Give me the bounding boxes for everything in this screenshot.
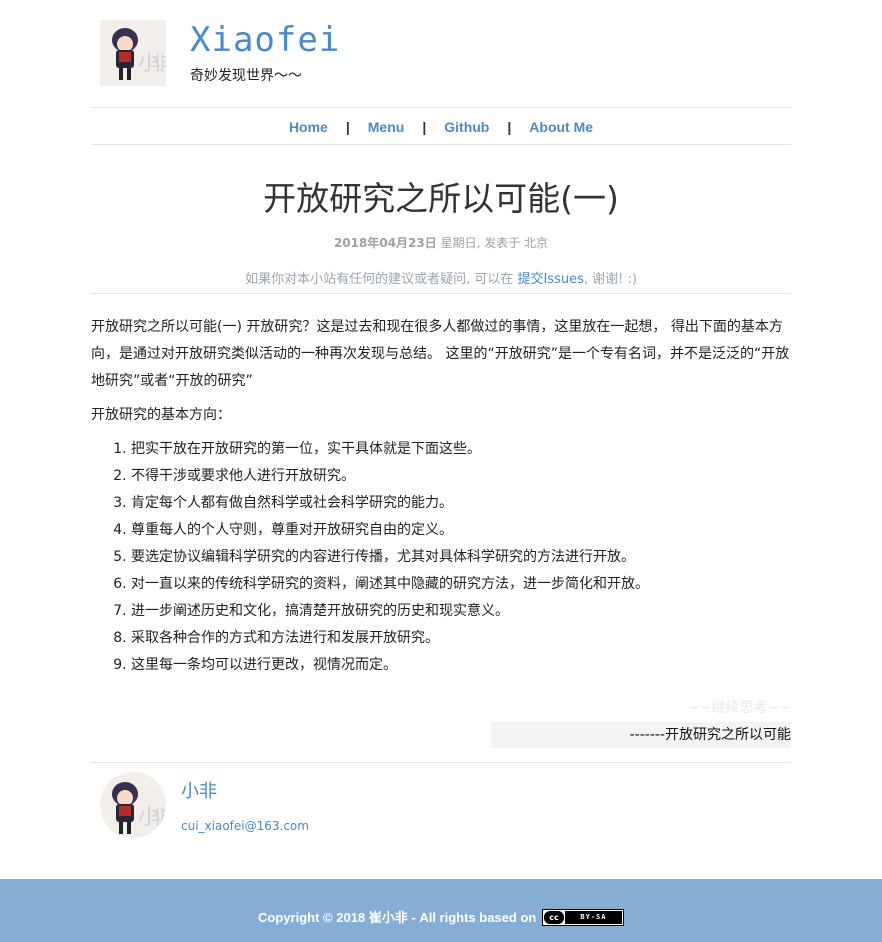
header-divider xyxy=(91,107,791,108)
site-footer: Copyright © 2018 崔小非 - All rights based … xyxy=(0,879,882,942)
list-item: 把实干放在开放研究的第一位，实干具体就是下面这些。 xyxy=(131,436,791,463)
nav-separator: | xyxy=(345,119,350,135)
intro-paragraph: 开放研究之所以可能(一) 开放研究？这是过去和现在很多人都做过的事情，这里放在一… xyxy=(91,319,790,389)
list-item: 这里每一条均可以进行更改，视情况而定。 xyxy=(131,652,791,679)
list-item: 进一步阐述历史和文化，搞清楚开放研究的历史和现实意义。 xyxy=(131,598,791,625)
list-item: 尊重每人的个人守则，尊重对开放研究自由的定义。 xyxy=(131,517,791,544)
site-avatar[interactable]: 小 非 xyxy=(100,20,166,86)
post-header-divider xyxy=(91,293,791,294)
list-item: 采取各种合作的方式和方法进行和发展开放研究。 xyxy=(131,625,791,652)
author-email-link[interactable]: cui_xiaofei@163.com xyxy=(181,816,309,836)
footer-copyright: Copyright © 2018 崔小非 - All rights based … xyxy=(0,907,882,929)
closing-quote: -------开放研究之所以可能 xyxy=(491,722,791,748)
license-label: BY-SA xyxy=(564,911,622,925)
anime-girl-avatar-icon: 小 非 xyxy=(100,20,166,86)
nav-home[interactable]: Home xyxy=(289,119,328,135)
post-meta-location: 星期日, 发表于 北京 xyxy=(436,236,549,250)
nav-about-me[interactable]: About Me xyxy=(529,119,593,135)
notice-suffix: , 谢谢! :) xyxy=(583,272,637,287)
main-nav: Home | Menu | Github | About Me xyxy=(91,114,791,140)
page: 小 非 Xiaofei 奇妙发现世界～～ Home | Menu | Github | Ab… xyxy=(0,0,882,942)
nav-divider xyxy=(91,144,791,145)
list-item: 要选定协议编辑科学研究的内容进行传播，尤其对具体科学研究的方法进行开放。 xyxy=(131,544,791,571)
site-subtitle: 奇妙发现世界～～ xyxy=(190,68,302,84)
cc-license-badge[interactable]: cc BY-SA xyxy=(541,909,624,927)
list-item: 肯定每个人都有做自然科学或社会科学研究的能力。 xyxy=(131,490,791,517)
site-title[interactable]: Xiaofei xyxy=(190,18,340,62)
post-content: 开放研究之所以可能(一) 开放研究？这是过去和现在很多人都做过的事情，这里放在一… xyxy=(91,314,791,679)
nav-separator: | xyxy=(422,119,427,135)
nav-github[interactable]: Github xyxy=(444,119,489,135)
svg-text:非: 非 xyxy=(150,805,166,829)
signoff-text: ~~继续思考~~ xyxy=(688,700,791,716)
list-item: 不得干涉或要求他人进行开放研究。 xyxy=(131,463,791,490)
svg-text:非: 非 xyxy=(150,51,166,75)
post-title: 开放研究之所以可能(一) xyxy=(263,179,619,218)
list-item: 对一直以来的传统科学研究的资料，阐述其中隐藏的研究方法，进一步简化和开放。 xyxy=(131,571,791,598)
author-avatar[interactable]: 小 非 xyxy=(100,772,166,838)
nav-menu[interactable]: Menu xyxy=(368,119,405,135)
post-meta: 2018年04月23日 星期日, 发表于 北京 xyxy=(91,233,791,253)
notice-prefix: 如果你对本小站有任何的建议或者疑问, 可以在 xyxy=(245,272,518,287)
content-divider xyxy=(91,762,791,763)
directions-heading: 开放研究的基本方向： xyxy=(91,407,231,423)
submit-issues-link[interactable]: 提交Issues xyxy=(517,272,583,287)
nav-separator: | xyxy=(507,119,512,135)
cc-icon: cc xyxy=(543,911,564,925)
author-name[interactable]: 小非 xyxy=(181,780,217,804)
issues-notice: 如果你对本小站有任何的建议或者疑问, 可以在 提交Issues, 谢谢! :) xyxy=(91,270,791,290)
directions-list: 把实干放在开放研究的第一位，实干具体就是下面这些。 不得干涉或要求他人进行开放研… xyxy=(91,436,791,679)
anime-girl-avatar-icon: 小 非 xyxy=(100,772,166,838)
post-date: 2018年04月23日 xyxy=(333,236,437,250)
copyright-text: Copyright © 2018 崔小非 - All rights based … xyxy=(258,910,540,925)
site-header: 小 非 Xiaofei 奇妙发现世界～～ xyxy=(91,0,791,107)
